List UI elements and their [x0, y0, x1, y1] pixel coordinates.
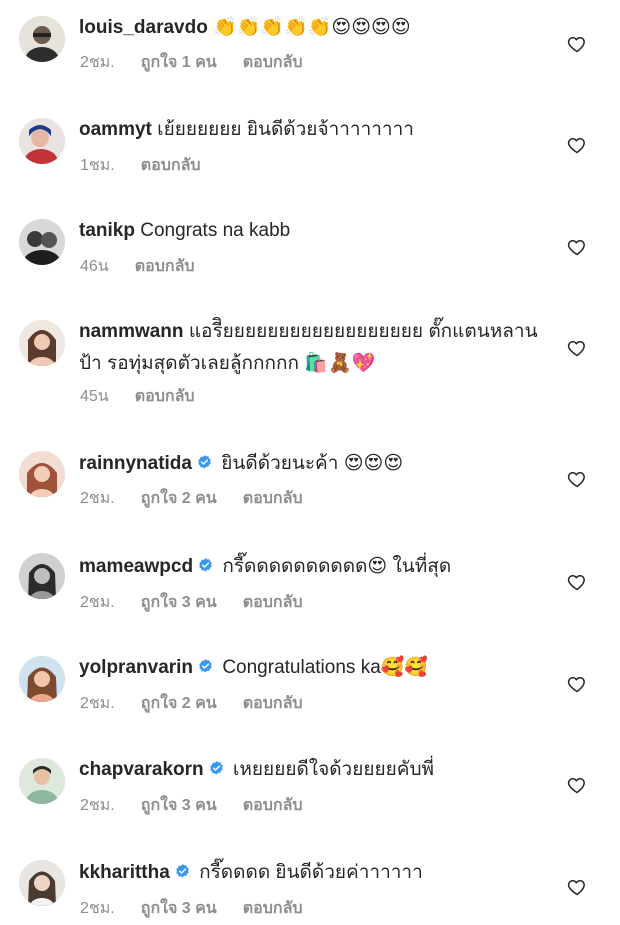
- avatar[interactable]: [19, 758, 65, 804]
- comment-text: nammwann แอรีิยยยยยยยยยยยยยยยยยย ตั๊กแตน…: [79, 316, 549, 380]
- reply-button[interactable]: ตอบกลับ: [135, 388, 195, 405]
- comment-meta: 45น ตอบกลับ: [80, 387, 221, 407]
- heart-icon[interactable]: [567, 237, 587, 257]
- reply-button[interactable]: ตอบกลับ: [243, 54, 303, 71]
- avatar[interactable]: [19, 656, 65, 702]
- comment-meta: 2ชม. ถูกใจ 3 คน ตอบกลับ: [80, 593, 329, 613]
- comment-text: chapvarakorn เหยยยยดีใจด้วยยยยคับพี่: [79, 754, 549, 786]
- comment-text: mameawpcd กรี๊ดดดดดดดดดด😍 ในที่สุด: [79, 551, 549, 583]
- comment-meta: 2ชม. ถูกใจ 3 คน ตอบกลับ: [80, 796, 329, 816]
- comment-meta: 1ชม. ตอบกลับ: [80, 156, 227, 176]
- heart-icon[interactable]: [567, 34, 587, 54]
- verified-badge-icon: [174, 863, 191, 880]
- comment-meta: 2ชม. ถูกใจ 2 คน ตอบกลับ: [80, 694, 329, 714]
- likes-count[interactable]: ถูกใจ 3 คน: [141, 594, 217, 611]
- comment-text: tanikp Congrats na kabb: [79, 215, 549, 247]
- reply-button[interactable]: ตอบกลับ: [243, 594, 303, 611]
- comment-time: 46น: [80, 258, 109, 275]
- comment-meta: 46น ตอบกลับ: [80, 257, 221, 277]
- comment-time: 2ชม.: [80, 490, 115, 507]
- comment-body: เย้ยยยยยย ยินดีด้วยจ้าาาาาาาา: [157, 119, 414, 140]
- avatar[interactable]: [19, 320, 65, 366]
- comment-time: 1ชม.: [80, 157, 115, 174]
- username[interactable]: chapvarakorn: [79, 759, 204, 780]
- comment-text: kkharittha กรี๊ดดดด ยินดีด้วยค่าาาาาา: [79, 857, 549, 889]
- likes-count[interactable]: ถูกใจ 2 คน: [141, 695, 217, 712]
- username[interactable]: nammwann: [79, 321, 184, 342]
- comment-meta: 2ชม. ถูกใจ 2 คน ตอบกลับ: [80, 489, 329, 509]
- comment-text: louis_daravdo 👏👏👏👏👏😍😍😍😍: [79, 12, 549, 44]
- reply-button[interactable]: ตอบกลับ: [243, 490, 303, 507]
- heart-icon[interactable]: [567, 674, 587, 694]
- avatar[interactable]: [19, 219, 65, 265]
- avatar[interactable]: [19, 451, 65, 497]
- username[interactable]: tanikp: [79, 220, 135, 241]
- likes-count[interactable]: ถูกใจ 2 คน: [141, 490, 217, 507]
- comment-time: 2ชม.: [80, 797, 115, 814]
- username[interactable]: kkharittha: [79, 862, 170, 883]
- likes-count[interactable]: ถูกใจ 1 คน: [141, 54, 217, 71]
- verified-badge-icon: [197, 658, 214, 675]
- username[interactable]: oammyt: [79, 119, 152, 140]
- comment-body: Congrats na kabb: [140, 220, 291, 241]
- heart-icon[interactable]: [567, 469, 587, 489]
- comment-body: กรี๊ดดดดดดดดดด😍 ในที่สุด: [222, 556, 452, 577]
- likes-count[interactable]: ถูกใจ 3 คน: [141, 797, 217, 814]
- reply-button[interactable]: ตอบกลับ: [243, 695, 303, 712]
- username[interactable]: louis_daravdo: [79, 17, 208, 38]
- comment-text: rainnynatida ยินดีด้วยนะค้า 😍😍😍: [79, 448, 549, 480]
- username[interactable]: mameawpcd: [79, 556, 193, 577]
- comment-body: กรี๊ดดดด ยินดีด้วยค่าาาาาา: [199, 862, 423, 883]
- comment-meta: 2ชม. ถูกใจ 3 คน ตอบกลับ: [80, 899, 329, 919]
- comment-time: 2ชม.: [80, 54, 115, 71]
- avatar[interactable]: [19, 553, 65, 599]
- heart-icon[interactable]: [567, 572, 587, 592]
- comment-body: ยินดีด้วยนะค้า 😍😍😍: [221, 453, 404, 474]
- avatar[interactable]: [19, 860, 65, 906]
- comment-body: 👏👏👏👏👏😍😍😍😍: [213, 17, 411, 38]
- heart-icon[interactable]: [567, 338, 587, 358]
- reply-button[interactable]: ตอบกลับ: [243, 900, 303, 917]
- verified-badge-icon: [208, 760, 225, 777]
- username[interactable]: rainnynatida: [79, 453, 192, 474]
- verified-badge-icon: [197, 557, 214, 574]
- comment-time: 45น: [80, 388, 109, 405]
- avatar[interactable]: [19, 118, 65, 164]
- reply-button[interactable]: ตอบกลับ: [243, 797, 303, 814]
- comment-text: yolpranvarin Congratulations ka🥰🥰: [79, 652, 549, 684]
- reply-button[interactable]: ตอบกลับ: [141, 157, 201, 174]
- comment-meta: 2ชม. ถูกใจ 1 คน ตอบกลับ: [80, 53, 329, 73]
- username[interactable]: yolpranvarin: [79, 657, 193, 678]
- avatar[interactable]: [19, 16, 65, 62]
- likes-count[interactable]: ถูกใจ 3 คน: [141, 900, 217, 917]
- comment-time: 2ชม.: [80, 594, 115, 611]
- verified-badge-icon: [196, 454, 213, 471]
- heart-icon[interactable]: [567, 877, 587, 897]
- comment-time: 2ชม.: [80, 695, 115, 712]
- comment-body: เหยยยยดีใจด้วยยยยคับพี่: [232, 759, 435, 780]
- comment-time: 2ชม.: [80, 900, 115, 917]
- comment-text: oammyt เย้ยยยยยย ยินดีด้วยจ้าาาาาาาา: [79, 114, 549, 146]
- heart-icon[interactable]: [567, 775, 587, 795]
- comment-body: Congratulations ka🥰🥰: [222, 657, 429, 678]
- heart-icon[interactable]: [567, 135, 587, 155]
- reply-button[interactable]: ตอบกลับ: [135, 258, 195, 275]
